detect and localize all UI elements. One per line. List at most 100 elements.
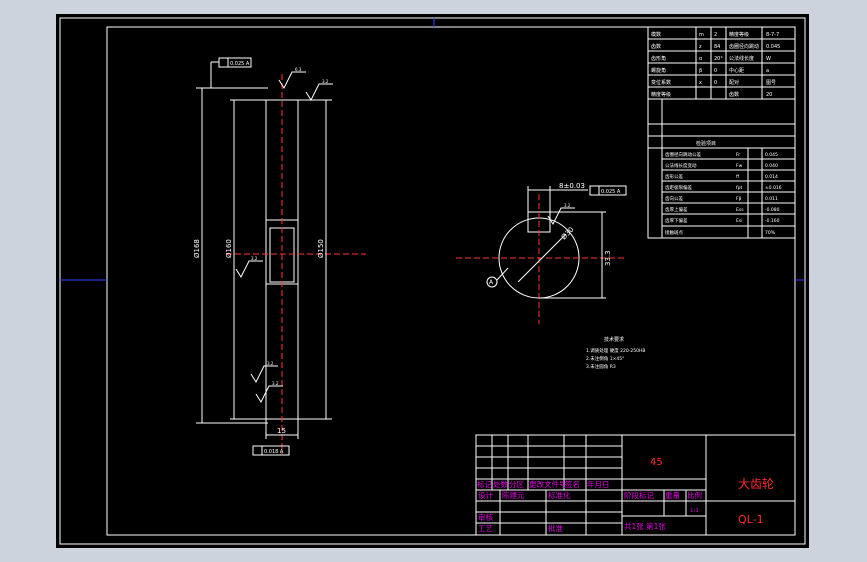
tech-req-item-3: 3.未注圆角 R3 (586, 363, 616, 370)
svg-text:齿距极限偏差: 齿距极限偏差 (665, 184, 692, 191)
svg-text:-0.080: -0.080 (765, 207, 780, 213)
datum-label: A (489, 279, 494, 286)
side-view: 8±0.03 0.025 A 3.2 Ø30 33.3 A (456, 182, 627, 324)
tb-label-audit: 审核 (478, 512, 493, 522)
tb-label-count: 处数 (493, 479, 508, 489)
tb-sheets: 共1张 第1张 (624, 521, 666, 531)
dim-bore-text: Ø30 (560, 226, 576, 242)
svg-text:fpt: fpt (736, 185, 742, 191)
svg-text:Fw: Fw (736, 163, 743, 169)
tb-designer-name: 陈建元 (502, 490, 525, 500)
tech-req-item-1: 1.调质处理 硬度 220-250HB (586, 347, 645, 354)
svg-text:配对: 配对 (729, 79, 739, 86)
tech-requirements: 技术要求 1.调质处理 硬度 220-250HB 2.未注倒角 1×45° 3.… (586, 336, 645, 370)
tb-material: 45 (650, 457, 663, 468)
svg-text:±0.016: ±0.016 (765, 185, 782, 191)
svg-text:接触斑点: 接触斑点 (665, 229, 683, 236)
svg-text:3.2: 3.2 (272, 381, 279, 386)
svg-text:齿形角: 齿形角 (651, 55, 666, 62)
svg-text:齿形公差: 齿形公差 (665, 173, 683, 180)
svg-text:W: W (766, 56, 771, 62)
svg-text:20°: 20° (714, 56, 723, 62)
svg-text:x: x (699, 80, 702, 86)
tb-scale-label: 比例 (687, 490, 702, 500)
tb-label-standardize: 标准化 (548, 490, 571, 500)
svg-text:螺旋角: 螺旋角 (651, 67, 666, 74)
tb-label-approve: 批准 (548, 523, 563, 533)
svg-text:模数: 模数 (651, 31, 661, 38)
dim-middle-text: Ø160 (225, 239, 233, 258)
svg-text:0.011: 0.011 (765, 196, 778, 202)
svg-text:Ess: Ess (736, 207, 744, 213)
svg-text:图号: 图号 (766, 80, 776, 86)
svg-text:3.2: 3.2 (251, 256, 258, 261)
roughness-symbol-3: 3.2 (235, 256, 263, 279)
svg-text:0.025 A: 0.025 A (230, 61, 250, 67)
tech-req-title: 技术要求 (604, 336, 624, 343)
svg-text:中心距: 中心距 (729, 67, 744, 74)
dim-keyway-text: 8±0.03 (559, 182, 585, 190)
tb-scale-value: 1:1 (690, 508, 699, 514)
svg-text:3.2: 3.2 (564, 203, 571, 208)
svg-text:公法线长度变动: 公法线长度变动 (665, 162, 697, 169)
svg-text:2: 2 (714, 32, 717, 38)
svg-text:齿圈径向跳动: 齿圈径向跳动 (729, 43, 759, 50)
svg-text:84: 84 (714, 44, 720, 50)
dim-outer-text: Ø168 (193, 239, 201, 258)
dim-inner-text: Ø150 (317, 239, 325, 258)
svg-text:a: a (766, 68, 769, 74)
svg-text:0.040: 0.040 (765, 163, 778, 169)
roughness-symbol-2: 3.2 (305, 79, 333, 102)
params-table: 模数 m 2 精度等级 8-7-7 齿数 z 84 齿圈径向跳动 0.045 齿… (647, 26, 796, 239)
svg-text:8-7-7: 8-7-7 (766, 32, 779, 38)
svg-text:Fβ: Fβ (736, 196, 742, 202)
drawing-canvas: Ø168 Ø160 Ø150 15 0.025 A 0.018 A 6.3 3.… (56, 14, 809, 548)
svg-text:公法线长度: 公法线长度 (729, 55, 754, 62)
tech-req-item-2: 2.未注倒角 1×45° (586, 355, 624, 362)
svg-text:Esi: Esi (736, 218, 742, 224)
svg-text:齿厚下偏差: 齿厚下偏差 (665, 217, 688, 224)
svg-text:齿厚上偏差: 齿厚上偏差 (665, 206, 688, 213)
svg-text:m: m (699, 32, 704, 38)
title-block: 标记 处数 分区 更改文件号 签名 年月日 设计 陈建元 标准化 审核 工艺 批… (475, 434, 796, 536)
svg-text:ff: ff (736, 174, 740, 180)
dim-width-text: 15 (277, 427, 286, 435)
svg-text:0.045: 0.045 (766, 44, 780, 50)
tb-label-zone: 分区 (509, 480, 524, 489)
tb-stage-mark: 阶段标记 (624, 490, 654, 500)
tb-label-change-doc: 更改文件号 (529, 479, 567, 489)
roughness-symbol-key: 3.2 (547, 203, 575, 226)
roughness-symbol-4: 3.2 (250, 361, 278, 384)
tb-weight: 重量 (665, 491, 680, 500)
svg-text:3.2: 3.2 (267, 361, 274, 366)
svg-text:70%: 70% (765, 230, 776, 236)
svg-text:6.3: 6.3 (295, 67, 302, 72)
svg-text:0: 0 (714, 80, 717, 86)
tb-label-sign: 签名 (565, 479, 580, 489)
svg-text:0.014: 0.014 (765, 174, 778, 180)
svg-text:齿数: 齿数 (651, 43, 661, 50)
svg-text:3.2: 3.2 (322, 79, 329, 84)
inner-frame (106, 26, 796, 536)
outer-frame (59, 17, 806, 545)
inspection-rows: 齿圈径向跳动公差 Fr 0.045 公法线长度变动 Fw 0.040 齿形公差 … (662, 151, 795, 236)
roughness-symbol-5: 3.2 (255, 381, 283, 404)
roughness-symbol-1: 6.3 (278, 67, 306, 90)
svg-text:β: β (699, 68, 702, 74)
svg-text:-0.160: -0.160 (765, 218, 780, 224)
svg-text:z: z (699, 44, 702, 50)
tb-label-process: 工艺 (478, 524, 493, 533)
svg-text:变位系数: 变位系数 (651, 79, 671, 86)
cad-drawing: Ø168 Ø160 Ø150 15 0.025 A 0.018 A 6.3 3.… (59, 17, 806, 545)
svg-text:齿数: 齿数 (729, 91, 739, 98)
svg-text:α: α (699, 56, 703, 62)
svg-text:0.018 A: 0.018 A (264, 449, 284, 455)
svg-text:20: 20 (766, 92, 772, 98)
svg-text:齿圈径向跳动公差: 齿圈径向跳动公差 (665, 151, 701, 158)
tb-drawing-no: QL-1 (738, 513, 764, 526)
tb-part-name: 大齿轮 (738, 477, 774, 491)
svg-text:精度等级: 精度等级 (651, 91, 671, 98)
svg-text:0: 0 (714, 68, 717, 74)
dim-depth-text: 33.3 (604, 250, 612, 266)
svg-text:齿向公差: 齿向公差 (665, 195, 683, 202)
